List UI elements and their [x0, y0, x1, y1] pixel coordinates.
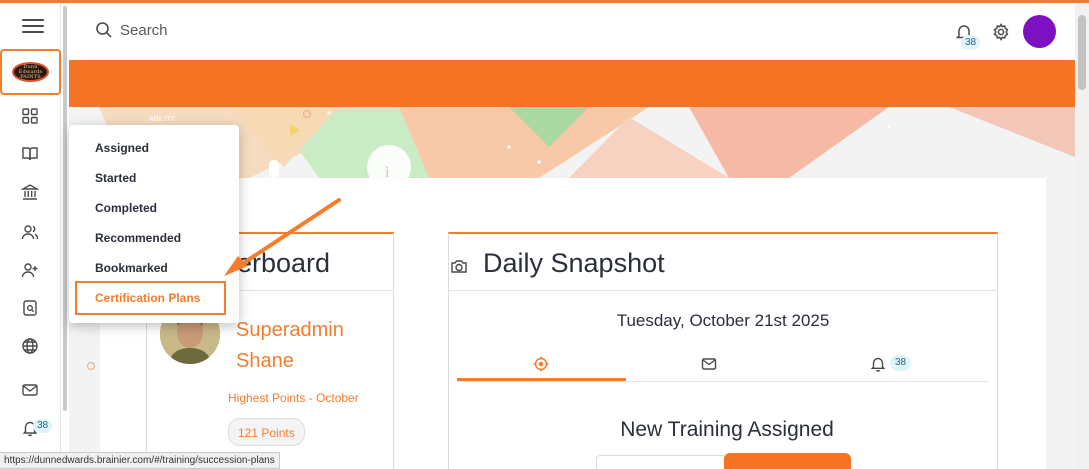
svg-text:i: i	[385, 164, 390, 178]
daily-snapshot-header: Daily Snapshot	[449, 234, 997, 291]
globe-icon[interactable]	[21, 337, 39, 355]
snapshot-toggle-left[interactable]	[596, 455, 724, 469]
menu-item-started[interactable]: Started	[95, 171, 136, 185]
tab-notification-badge: 38	[890, 355, 912, 371]
mail-icon[interactable]	[21, 381, 39, 399]
snapshot-toggle-right[interactable]	[724, 453, 851, 469]
sidebar-scrollbar[interactable]	[63, 6, 67, 411]
book-icon[interactable]	[21, 145, 39, 163]
new-training-title: New Training Assigned	[620, 418, 834, 441]
status-bar-url: https://dunnedwards.brainier.com/#/train…	[0, 452, 280, 469]
search-document-icon[interactable]	[21, 299, 39, 317]
settings-gear-icon[interactable]	[991, 22, 1011, 42]
training-dropdown-menu: Assigned Started Completed Recommended B…	[69, 125, 239, 323]
left-sidebar: Dunn Edwards PAINTS	[0, 3, 61, 469]
tab-notifications[interactable]: 38	[795, 350, 989, 381]
users-icon[interactable]	[21, 223, 39, 241]
leader-points-badge: 121 Points	[228, 418, 305, 446]
tab-target[interactable]	[457, 350, 626, 381]
search-icon	[95, 21, 113, 39]
leader-subtitle: Highest Points - October	[228, 391, 359, 405]
menu-item-recommended[interactable]: Recommended	[95, 231, 181, 245]
daily-snapshot-title: Daily Snapshot	[483, 248, 665, 278]
menu-item-assigned[interactable]: Assigned	[95, 141, 149, 155]
company-logo-button[interactable]: Dunn Edwards PAINTS	[0, 49, 61, 95]
tab-mail[interactable]	[626, 350, 795, 381]
camera-icon	[450, 258, 468, 274]
top-header: 38	[69, 3, 1075, 60]
banner-fragment-text: ABILITY	[149, 116, 175, 123]
search-input[interactable]	[120, 20, 420, 40]
sidebar-bell-badge: 38	[33, 419, 53, 433]
page-scrollbar-thumb[interactable]	[1078, 15, 1086, 90]
target-icon	[533, 356, 549, 372]
bell-icon	[870, 356, 886, 372]
mail-icon	[701, 356, 717, 372]
leaderboard-title: erboard	[237, 248, 331, 278]
notification-count-badge: 38	[961, 35, 981, 50]
company-logo: Dunn Edwards PAINTS	[12, 62, 49, 82]
menu-item-completed[interactable]: Completed	[95, 201, 157, 215]
leader-name[interactable]: Superadmin Shane	[236, 315, 386, 377]
dashboard-icon[interactable]	[21, 107, 39, 125]
page-scrollbar[interactable]	[1075, 3, 1089, 469]
orange-header-band	[69, 60, 1075, 107]
institution-icon[interactable]	[21, 183, 39, 201]
menu-item-certification-plans[interactable]: Certification Plans	[75, 281, 226, 315]
user-avatar[interactable]	[1023, 15, 1056, 48]
hamburger-menu-icon[interactable]	[22, 19, 44, 35]
menu-item-bookmarked[interactable]: Bookmarked	[95, 261, 168, 275]
add-user-icon[interactable]	[21, 261, 39, 279]
snapshot-tabs: 38	[457, 350, 989, 382]
snapshot-date: Tuesday, October 21st 2025	[616, 311, 830, 330]
